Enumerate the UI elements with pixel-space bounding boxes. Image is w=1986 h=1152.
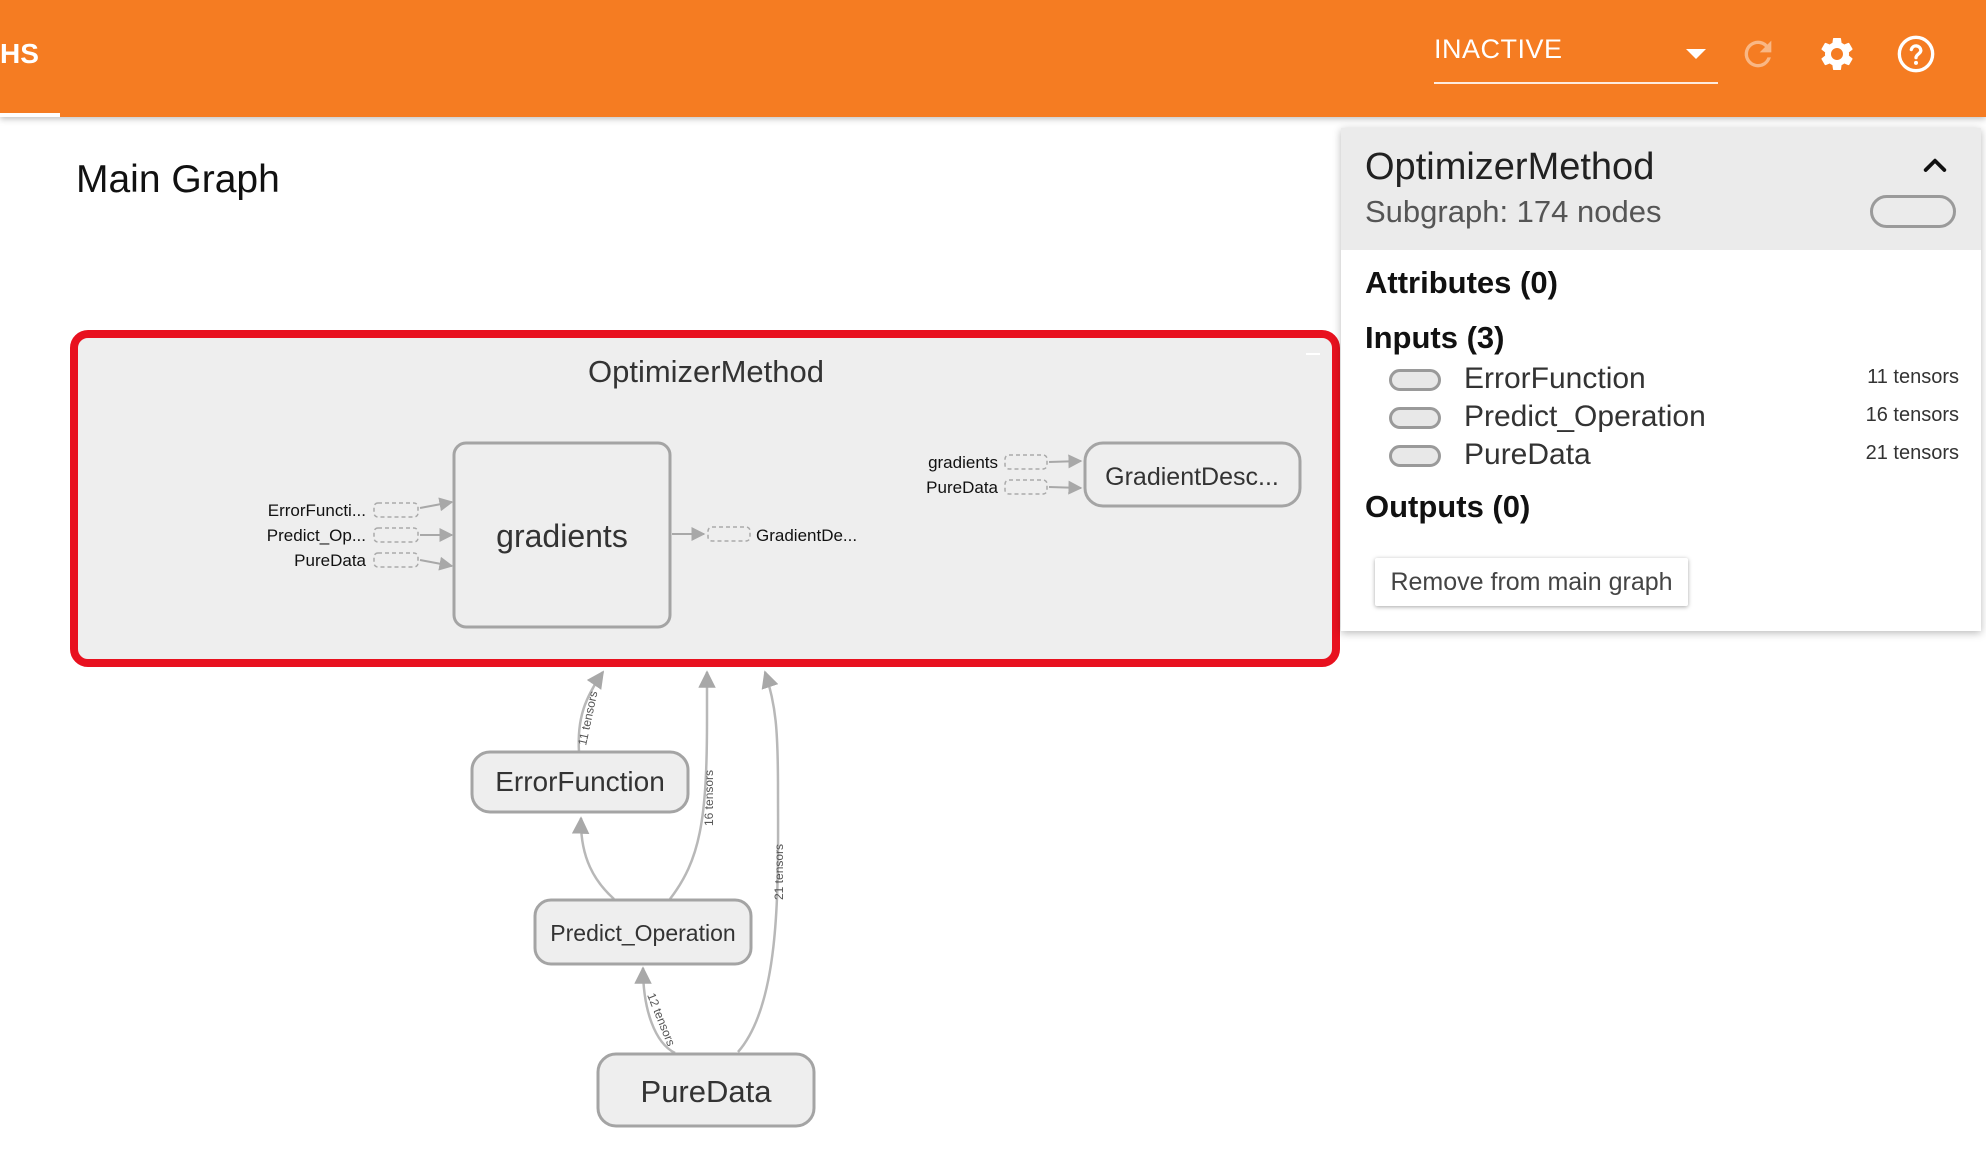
optimizer-method-node[interactable]: OptimizerMethod gradients ErrorFuncti...… bbox=[70, 330, 1340, 667]
gear-icon[interactable] bbox=[1817, 34, 1857, 74]
input-swatch bbox=[1389, 369, 1441, 391]
graph-edges bbox=[571, 670, 780, 1055]
input-item[interactable]: PureData 21 tensors bbox=[1389, 438, 1959, 476]
input-stub-label: PureData bbox=[926, 478, 998, 497]
output-stub-label: GradientDe... bbox=[756, 526, 857, 545]
node-info-card: OptimizerMethod Subgraph: 174 nodes Attr… bbox=[1341, 128, 1981, 631]
edge-predict-to-error bbox=[571, 816, 615, 900]
edge-arrow bbox=[1048, 454, 1083, 469]
optimizer-method-title: OptimizerMethod bbox=[588, 354, 824, 389]
edge-label-21: 21 tensors bbox=[772, 844, 786, 900]
help-icon[interactable] bbox=[1896, 34, 1936, 74]
error-function-label: ErrorFunction bbox=[495, 766, 665, 797]
node-color-toggle[interactable] bbox=[1870, 195, 1956, 228]
info-card-subtitle: Subgraph: 174 nodes bbox=[1365, 194, 1662, 229]
input-stub-label: ErrorFuncti... bbox=[268, 501, 366, 520]
tab-graphs[interactable]: HS bbox=[0, 38, 39, 70]
input-item[interactable]: ErrorFunction 11 tensors bbox=[1389, 362, 1959, 400]
gradient-descent-label: GradientDesc... bbox=[1105, 463, 1279, 491]
chevron-up-icon[interactable] bbox=[1919, 150, 1951, 182]
edge-arrow bbox=[1048, 480, 1083, 495]
expand-toggle[interactable] bbox=[1306, 353, 1320, 355]
remove-from-main-graph-button[interactable]: Remove from main graph bbox=[1375, 558, 1688, 606]
error-function-node[interactable]: ErrorFunction bbox=[470, 750, 690, 814]
input-stub-label: PureData bbox=[294, 551, 366, 570]
gradients-node[interactable]: gradients bbox=[452, 441, 672, 629]
top-toolbar: HS INACTIVE bbox=[0, 0, 1986, 117]
predict-operation-label: Predict_Operation bbox=[550, 920, 735, 946]
input-name: PureData bbox=[1464, 438, 1591, 471]
attributes-heading: Attributes (0) bbox=[1365, 265, 1558, 300]
edge-label-16: 16 tensors bbox=[702, 770, 716, 826]
refresh-icon[interactable] bbox=[1738, 34, 1778, 74]
outputs-heading: Outputs (0) bbox=[1365, 489, 1531, 524]
input-count: 16 tensors bbox=[1865, 404, 1959, 426]
edge-label-11: 11 tensors bbox=[575, 690, 600, 747]
input-name: ErrorFunction bbox=[1464, 362, 1646, 395]
input-name: Predict_Operation bbox=[1464, 400, 1706, 433]
gradients-label: gradients bbox=[496, 518, 628, 554]
info-card-title: OptimizerMethod bbox=[1365, 146, 1655, 188]
run-select-value: INACTIVE bbox=[1434, 34, 1563, 64]
input-swatch bbox=[1389, 407, 1441, 429]
input-count: 11 tensors bbox=[1867, 366, 1959, 388]
predict-operation-node[interactable]: Predict_Operation bbox=[533, 898, 753, 966]
input-stub-label: Predict_Op... bbox=[267, 526, 366, 545]
input-swatch bbox=[1389, 445, 1441, 467]
input-stub-label: gradients bbox=[928, 453, 998, 472]
input-count: 21 tensors bbox=[1865, 442, 1959, 464]
inputs-heading: Inputs (3) bbox=[1365, 320, 1505, 355]
gradient-descent-node[interactable]: GradientDesc... bbox=[1083, 441, 1302, 508]
dropdown-arrow-icon bbox=[1686, 49, 1706, 59]
input-item[interactable]: Predict_Operation 16 tensors bbox=[1389, 400, 1959, 438]
pure-data-node[interactable]: PureData bbox=[596, 1052, 816, 1128]
info-card-header: OptimizerMethod Subgraph: 174 nodes bbox=[1341, 128, 1981, 250]
run-select[interactable]: INACTIVE bbox=[1434, 26, 1718, 84]
pure-data-label: PureData bbox=[641, 1074, 773, 1109]
